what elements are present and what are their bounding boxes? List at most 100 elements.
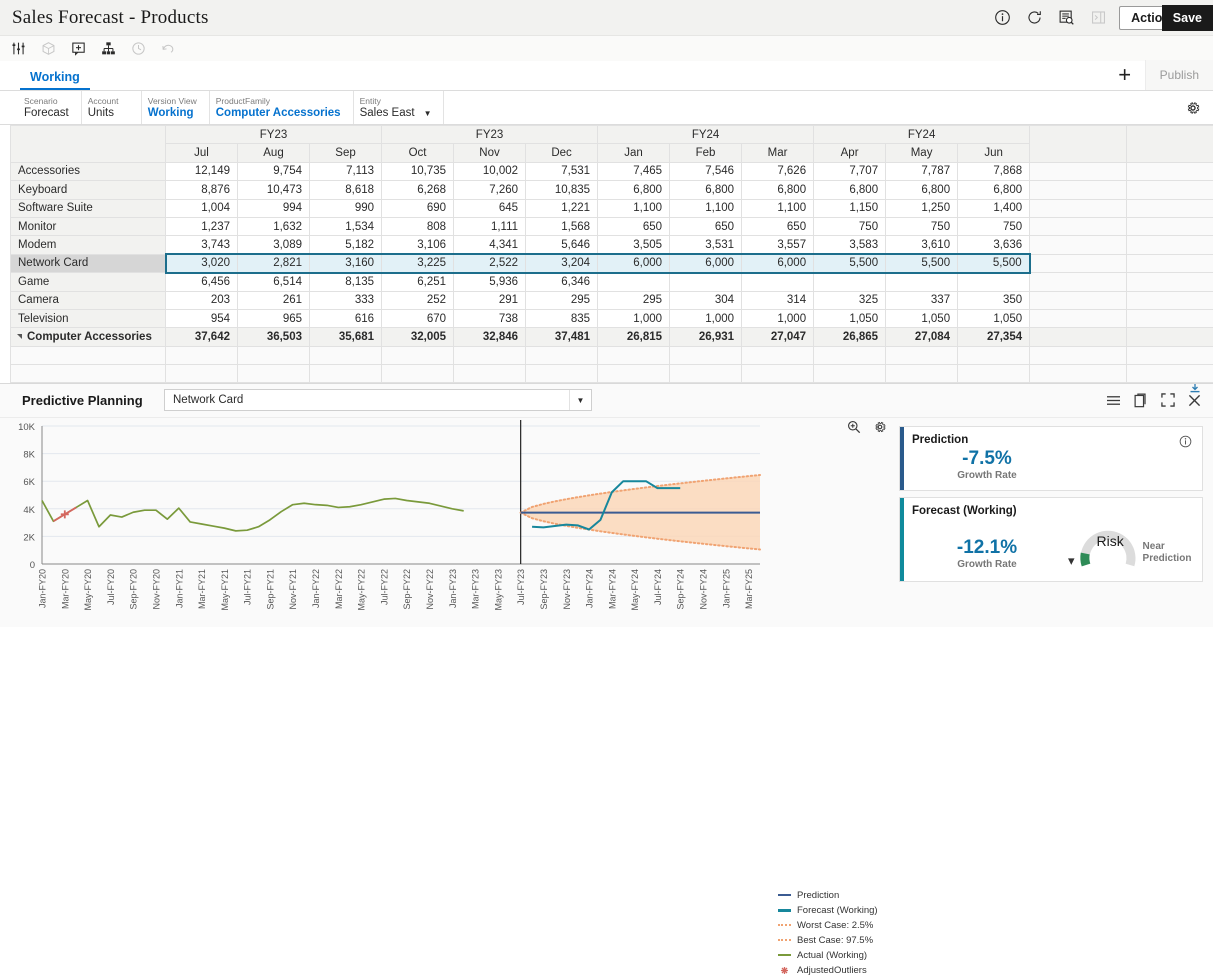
grid-cell[interactable]: 808 (382, 217, 454, 235)
grid-cell[interactable]: 3,160 (310, 254, 382, 272)
grid-cell[interactable]: 6,800 (814, 181, 886, 199)
legend-item[interactable]: Best Case: 97.5% (778, 933, 878, 948)
legend-item[interactable]: Forecast (Working) (778, 903, 878, 918)
grid-cell[interactable]: 1,400 (958, 199, 1030, 217)
grid-cell[interactable]: 3,743 (166, 236, 238, 254)
forecast-chart[interactable]: 02K4K6K8K10KJan-FY20Mar-FY20May-FY20Jul-… (0, 418, 893, 627)
table-row[interactable]: Software Suite1,0049949906906451,2211,10… (11, 199, 1213, 217)
row-header[interactable]: Software Suite (11, 199, 166, 217)
pov-product-family[interactable]: ProductFamily Computer Accessories (210, 91, 354, 124)
grid-cell[interactable]: 6,000 (598, 254, 670, 272)
grid-cell[interactable]: 616 (310, 309, 382, 327)
grid-cell[interactable]: 5,936 (454, 273, 526, 291)
grid-cell[interactable]: 3,204 (526, 254, 598, 272)
table-row[interactable]: Television9549656166707388351,0001,0001,… (11, 309, 1213, 327)
grid-cell[interactable]: 1,000 (670, 309, 742, 327)
table-row[interactable]: Network Card3,0202,8213,1603,2252,5223,2… (11, 254, 1213, 272)
chart-settings-icon[interactable] (873, 420, 887, 439)
grid-cell[interactable]: 1,000 (742, 309, 814, 327)
grid-cell[interactable]: 291 (454, 291, 526, 309)
grid-cell[interactable]: 7,868 (958, 162, 1030, 180)
data-inspect-icon[interactable] (1055, 7, 1077, 29)
grid-cell[interactable]: 3,505 (598, 236, 670, 254)
add-comment-icon[interactable] (70, 40, 87, 57)
grid-month-jun[interactable]: Jun (958, 144, 1030, 162)
grid-cell[interactable]: 5,182 (310, 236, 382, 254)
grid-cell[interactable]: 6,456 (166, 273, 238, 291)
grid-cell[interactable]: 750 (958, 217, 1030, 235)
grid-cell[interactable]: 1,000 (598, 309, 670, 327)
grid-cell[interactable]: 1,100 (670, 199, 742, 217)
grid-cell[interactable]: 3,610 (886, 236, 958, 254)
grid-cell[interactable]: 650 (598, 217, 670, 235)
grid-cell[interactable]: 670 (382, 309, 454, 327)
grid-cell[interactable] (886, 273, 958, 291)
grid-cell[interactable]: 1,250 (886, 199, 958, 217)
grid-cell[interactable]: 750 (814, 217, 886, 235)
row-header[interactable]: Accessories (11, 162, 166, 180)
grid-cell[interactable]: 26,865 (814, 328, 886, 346)
table-row[interactable]: Game6,4566,5148,1356,2515,9366,346 (11, 273, 1213, 291)
tab-working[interactable]: Working (20, 71, 90, 91)
row-header[interactable]: Camera (11, 291, 166, 309)
grid-cell[interactable]: 314 (742, 291, 814, 309)
grid-cell[interactable]: 27,354 (958, 328, 1030, 346)
row-header[interactable]: Keyboard (11, 181, 166, 199)
grid-cell[interactable]: 7,787 (886, 162, 958, 180)
grid-cell[interactable]: 12,149 (166, 162, 238, 180)
grid-cell[interactable]: 6,000 (670, 254, 742, 272)
expand-icon[interactable] (1161, 393, 1175, 407)
grid-cell[interactable]: 1,632 (238, 217, 310, 235)
grid-cell[interactable] (958, 273, 1030, 291)
grid-cell[interactable]: 6,800 (742, 181, 814, 199)
grid-cell[interactable]: 7,626 (742, 162, 814, 180)
info-icon[interactable] (991, 7, 1013, 29)
row-header[interactable]: Modem (11, 236, 166, 254)
grid-cell[interactable]: 32,846 (454, 328, 526, 346)
grid-cell[interactable]: 954 (166, 309, 238, 327)
grid-cell[interactable]: 6,800 (886, 181, 958, 199)
grid-cell[interactable]: 10,473 (238, 181, 310, 199)
grid-cell[interactable]: 5,500 (958, 254, 1030, 272)
grid-cell[interactable]: 650 (670, 217, 742, 235)
grid-month-sep[interactable]: Sep (310, 144, 382, 162)
grid-cell[interactable]: 3,636 (958, 236, 1030, 254)
grid-cell[interactable] (742, 273, 814, 291)
grid-cell[interactable]: 261 (238, 291, 310, 309)
info-icon[interactable] (1179, 435, 1192, 453)
grid-cell[interactable]: 1,221 (526, 199, 598, 217)
legend-item[interactable]: AdjustedOutliers (778, 963, 878, 978)
grid-month-jul[interactable]: Jul (166, 144, 238, 162)
grid-cell[interactable]: 7,465 (598, 162, 670, 180)
legend-item[interactable]: Worst Case: 2.5% (778, 918, 878, 933)
table-row[interactable]: Accessories12,1499,7547,11310,73510,0027… (11, 162, 1213, 180)
grid-cell[interactable]: 1,568 (526, 217, 598, 235)
grid-cell[interactable]: 37,642 (166, 328, 238, 346)
hierarchy-icon[interactable] (100, 40, 117, 57)
grid-cell[interactable]: 9,754 (238, 162, 310, 180)
grid-cell[interactable]: 10,735 (382, 162, 454, 180)
menu-icon[interactable] (1106, 394, 1121, 407)
grid-cell[interactable]: 35,681 (310, 328, 382, 346)
grid-cell[interactable]: 6,800 (958, 181, 1030, 199)
grid-cell[interactable]: 2,821 (238, 254, 310, 272)
prediction-card[interactable]: Prediction -7.5% Growth Rate (899, 426, 1203, 491)
grid-cell[interactable]: 6,800 (598, 181, 670, 199)
grid-cell[interactable]: 6,800 (670, 181, 742, 199)
grid-cell[interactable]: 5,646 (526, 236, 598, 254)
grid-cell[interactable]: 8,876 (166, 181, 238, 199)
grid-cell[interactable]: 26,815 (598, 328, 670, 346)
grid-cell[interactable]: 994 (238, 199, 310, 217)
row-header[interactable]: Monitor (11, 217, 166, 235)
grid-cell[interactable] (670, 273, 742, 291)
grid-cell[interactable]: 27,084 (886, 328, 958, 346)
grid-cell[interactable]: 304 (670, 291, 742, 309)
grid-cell[interactable]: 650 (742, 217, 814, 235)
grid-cell[interactable]: 7,531 (526, 162, 598, 180)
refresh-icon[interactable] (1023, 7, 1045, 29)
grid-cell[interactable]: 6,000 (742, 254, 814, 272)
grid-cell[interactable]: 2,522 (454, 254, 526, 272)
adjust-icon[interactable] (10, 40, 27, 57)
grid-cell[interactable]: 10,835 (526, 181, 598, 199)
grid-cell[interactable]: 645 (454, 199, 526, 217)
